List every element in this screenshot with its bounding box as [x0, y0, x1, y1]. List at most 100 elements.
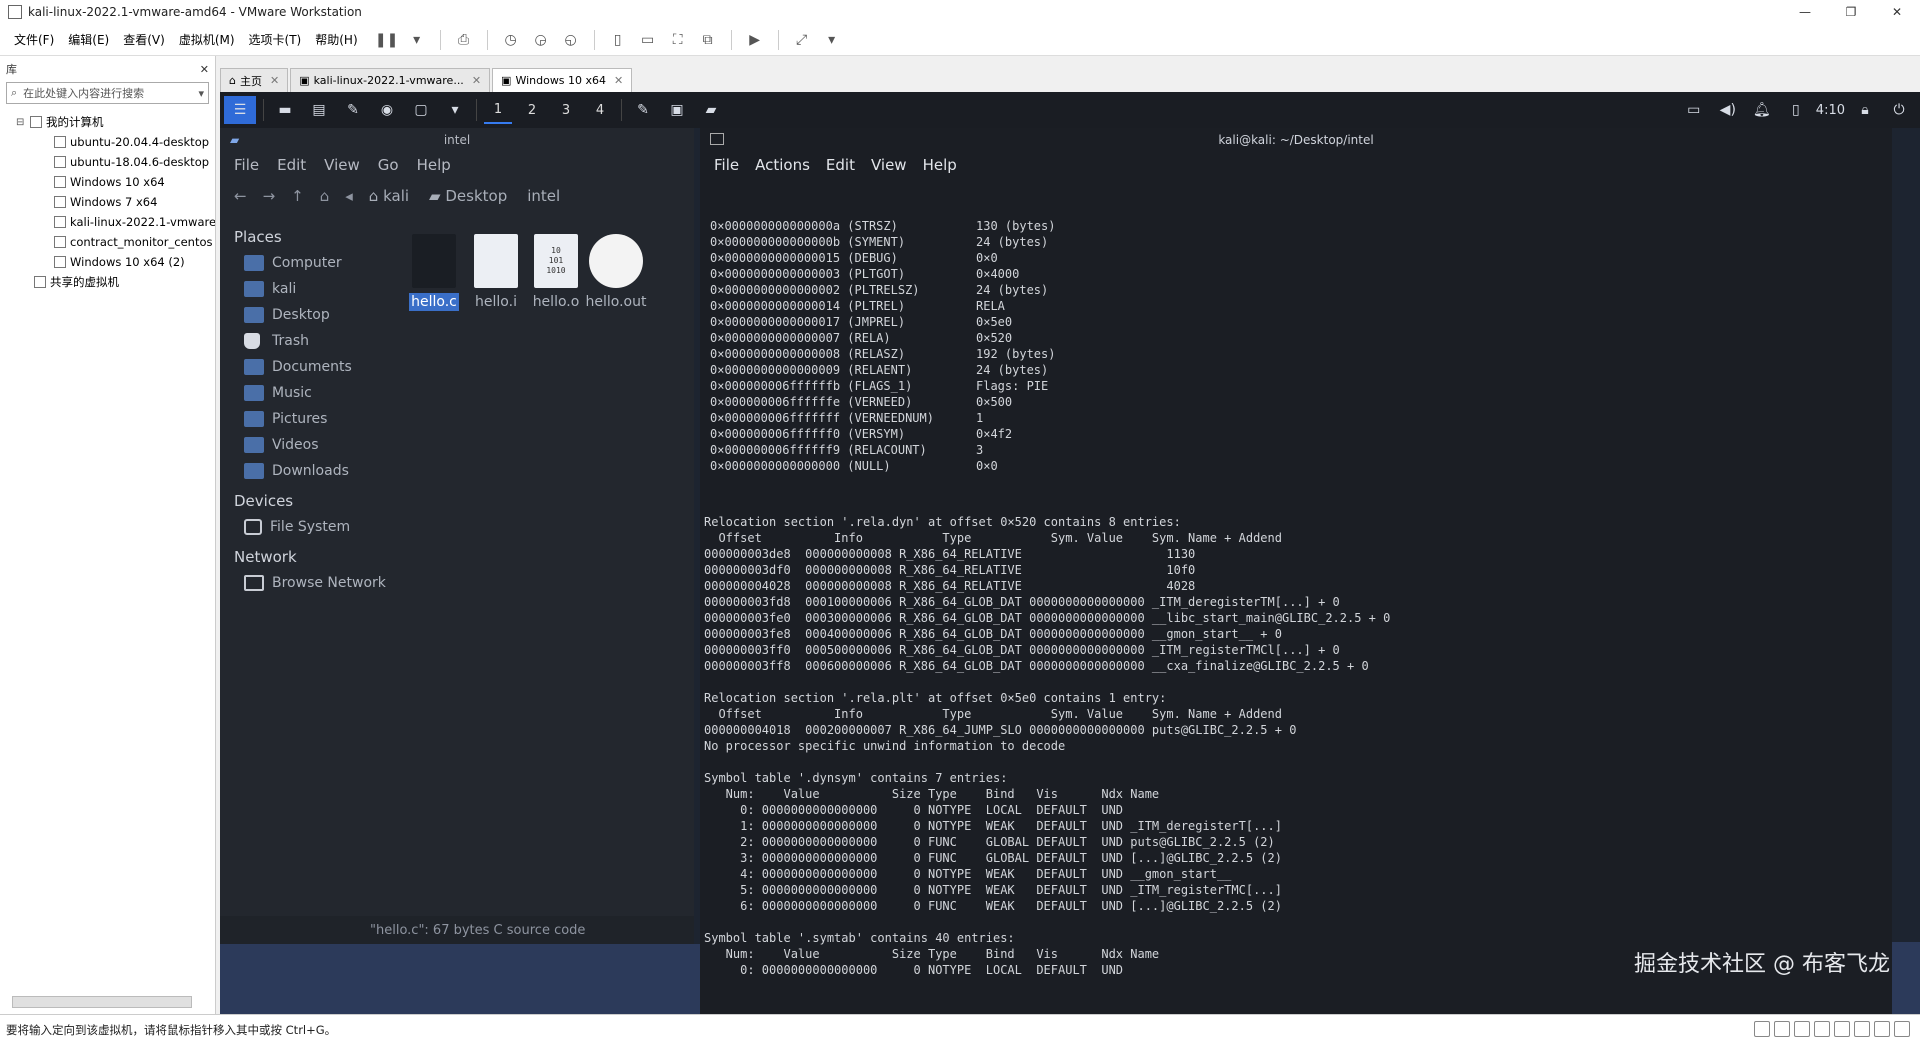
fm-menu-file[interactable]: File	[234, 156, 259, 174]
unity-icon[interactable]: ⧉	[698, 30, 718, 50]
fm-menu-go[interactable]: Go	[378, 156, 399, 174]
tree-item-vm[interactable]: Windows 10 x64 (2)	[0, 252, 215, 272]
snapshot-manager-icon[interactable]: ◵	[561, 30, 581, 50]
task-terminal-icon[interactable]: ▣	[663, 96, 691, 124]
close-icon[interactable]: ✕	[200, 63, 209, 76]
notification-bell-icon[interactable]: 🔔︎	[1748, 96, 1776, 124]
workspace-4[interactable]: 4	[586, 96, 614, 124]
fm-menu-edit[interactable]: Edit	[277, 156, 306, 174]
menu-help[interactable]: 帮助(H)	[315, 31, 357, 48]
place-documents[interactable]: Documents	[220, 354, 390, 380]
power-icon[interactable]: ⏻	[1885, 96, 1913, 124]
send-ctrl-alt-del-icon[interactable]: ⎙	[454, 30, 474, 50]
thumbnail-bar-icon[interactable]: ▭	[638, 30, 658, 50]
task-folder-icon[interactable]: ▰	[697, 96, 725, 124]
firefox-icon[interactable]: ◉	[373, 96, 401, 124]
dropdown-arrow-icon[interactable]: ▾	[407, 30, 427, 50]
printer-icon[interactable]	[1854, 1021, 1870, 1037]
device-file-system[interactable]: File System	[220, 514, 390, 540]
workspace-2[interactable]: 2	[518, 96, 546, 124]
file-hello-c[interactable]: hello.c	[400, 234, 468, 311]
restore-button[interactable]: ❐	[1828, 0, 1874, 24]
close-icon[interactable]: ✕	[270, 74, 279, 87]
fullscreen-icon[interactable]	[1894, 1021, 1910, 1037]
term-menu-help[interactable]: Help	[923, 156, 957, 174]
vm-display[interactable]: ☰ ▬ ▤ ✎ ◉ ▢ ▾ 1 2 3 4 ✎ ▣ ▰ ▭ ◀) 🔔︎ ▯ 4:…	[220, 92, 1920, 1014]
breadcrumb-kali[interactable]: ⌂ kali	[369, 187, 409, 205]
tree-item-vm[interactable]: Windows 10 x64	[0, 172, 215, 192]
forward-arrow-icon[interactable]: →	[263, 187, 276, 205]
terminal-output[interactable]: 0×000000000000000a (STRSZ) 0×00000000000…	[704, 186, 1390, 1010]
term-menu-edit[interactable]: Edit	[826, 156, 855, 174]
terminal-icon[interactable]: ▢	[407, 96, 435, 124]
tab-kali[interactable]: ▣ kali-linux-2022.1-vmware... ✕	[290, 68, 491, 92]
fullscreen-icon[interactable]: ⛶	[668, 30, 688, 50]
terminal-window[interactable]: kali@kali: ~/Desktop/intel File Actions …	[700, 128, 1892, 1014]
cdrom-icon[interactable]	[1774, 1021, 1790, 1037]
tree-item-vm[interactable]: ubuntu-20.04.4-desktop	[0, 132, 215, 152]
up-arrow-icon[interactable]: ↑	[291, 187, 304, 205]
tab-home[interactable]: ⌂ 主页 ✕	[220, 68, 289, 92]
menu-vm[interactable]: 虚拟机(M)	[179, 31, 235, 48]
chevron-left-icon[interactable]: ◂	[345, 187, 353, 205]
stretch-guest-icon[interactable]: ⤢	[792, 30, 812, 50]
tab-windows10[interactable]: ▣ Windows 10 x64 ✕	[492, 68, 633, 92]
fm-menu-view[interactable]: View	[324, 156, 360, 174]
show-desktop-icon[interactable]: ▬	[271, 96, 299, 124]
battery-icon[interactable]: ▯	[1782, 96, 1810, 124]
sound-card-icon[interactable]	[1834, 1021, 1850, 1037]
panel-clock[interactable]: 4:10	[1816, 96, 1845, 124]
close-button[interactable]: ✕	[1874, 0, 1920, 24]
file-hello-i[interactable]: hello.i	[462, 234, 530, 310]
revert-snapshot-icon[interactable]: ◶	[531, 30, 551, 50]
place-downloads[interactable]: Downloads	[220, 458, 390, 484]
file-view[interactable]: hello.c hello.i 10 101 1010 hello.o hell…	[400, 220, 690, 900]
chevron-down-icon[interactable]: ▾	[441, 96, 469, 124]
network-browse[interactable]: Browse Network	[220, 570, 390, 596]
file-hello-o[interactable]: 10 101 1010 hello.o	[522, 234, 590, 310]
volume-icon[interactable]: ◀)	[1714, 96, 1742, 124]
breadcrumb-desktop[interactable]: ▰ Desktop	[429, 187, 507, 205]
dropdown-arrow-icon[interactable]: ▾	[822, 30, 842, 50]
place-trash[interactable]: Trash	[220, 328, 390, 354]
tree-item-vm[interactable]: contract_monitor_centos	[0, 232, 215, 252]
tree-root-my-computer[interactable]: ⊟ 我的计算机	[0, 112, 215, 132]
task-text-editor-icon[interactable]: ✎	[629, 96, 657, 124]
close-icon[interactable]: ✕	[472, 74, 481, 87]
console-view-icon[interactable]: ▶	[745, 30, 765, 50]
breadcrumb-intel[interactable]: intel	[527, 187, 560, 205]
place-videos[interactable]: Videos	[220, 432, 390, 458]
place-pictures[interactable]: Pictures	[220, 406, 390, 432]
text-editor-icon[interactable]: ✎	[339, 96, 367, 124]
kali-menu-icon[interactable]: ☰	[224, 96, 256, 124]
tree-item-vm[interactable]: ubuntu-18.04.6-desktop	[0, 152, 215, 172]
menu-view[interactable]: 查看(V)	[123, 31, 165, 48]
home-icon[interactable]: ⌂	[320, 187, 330, 205]
usb-icon[interactable]	[1814, 1021, 1830, 1037]
fm-menu-help[interactable]: Help	[417, 156, 451, 174]
pause-icon[interactable]: ❚❚	[375, 30, 398, 50]
library-horizontal-scrollbar[interactable]	[12, 996, 192, 1008]
workspace-3[interactable]: 3	[552, 96, 580, 124]
hdd-icon[interactable]	[1754, 1021, 1770, 1037]
workspace-1[interactable]: 1	[484, 96, 512, 124]
place-kali[interactable]: kali	[220, 276, 390, 302]
menu-edit[interactable]: 编辑(E)	[68, 31, 109, 48]
term-menu-actions[interactable]: Actions	[755, 156, 810, 174]
tree-item-shared-vms[interactable]: 共享的虚拟机	[0, 272, 215, 292]
place-music[interactable]: Music	[220, 380, 390, 406]
place-computer[interactable]: Computer	[220, 250, 390, 276]
chevron-down-icon[interactable]: ▾	[198, 87, 204, 100]
file-hello-out[interactable]: hello.out	[582, 234, 650, 310]
back-arrow-icon[interactable]: ←	[234, 187, 247, 205]
library-search-input[interactable]: ⌕ 在此处键入内容进行搜索 ▾	[6, 82, 209, 104]
file-manager-icon[interactable]: ▤	[305, 96, 333, 124]
show-library-icon[interactable]: ▯	[608, 30, 628, 50]
network-adapter-icon[interactable]	[1794, 1021, 1810, 1037]
term-menu-view[interactable]: View	[871, 156, 907, 174]
place-desktop[interactable]: Desktop	[220, 302, 390, 328]
term-menu-file[interactable]: File	[714, 156, 739, 174]
collapse-icon[interactable]: ⊟	[16, 117, 28, 128]
close-icon[interactable]: ✕	[614, 74, 623, 87]
lock-icon[interactable]: 🔒︎	[1851, 96, 1879, 124]
